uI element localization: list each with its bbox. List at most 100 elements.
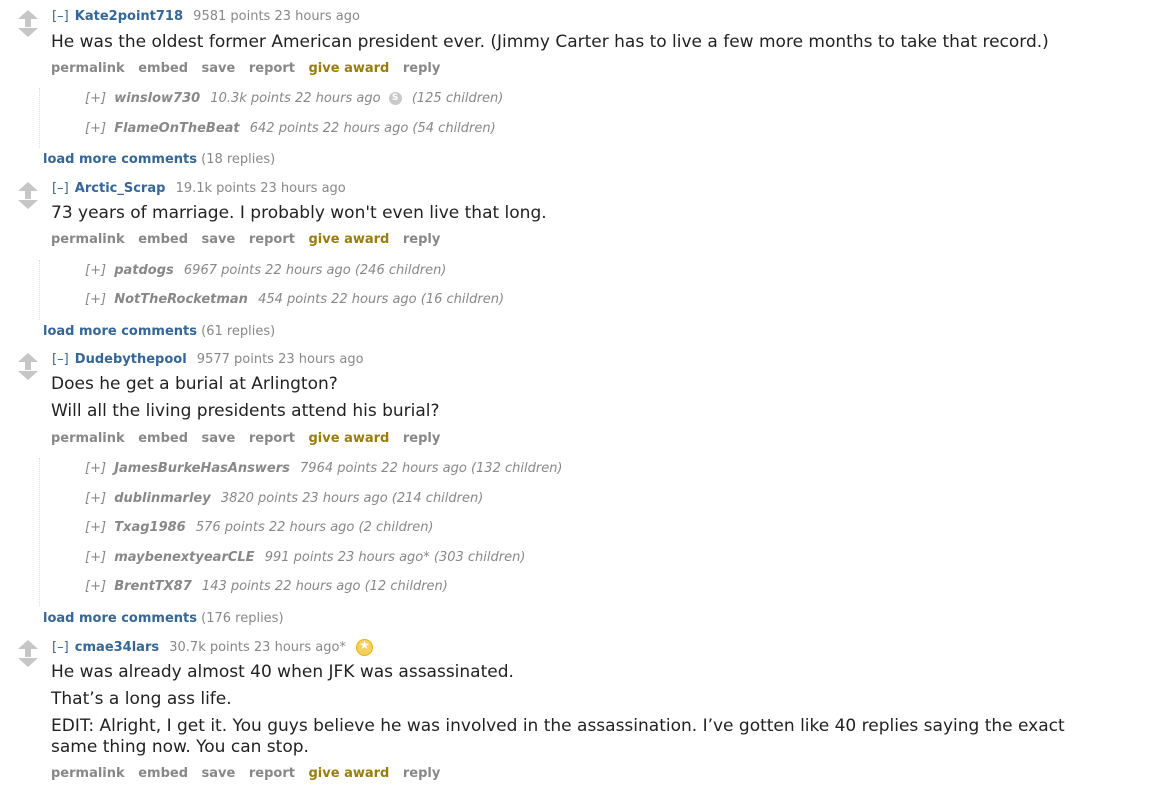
child-author-link[interactable]: maybenextyearCLE (114, 550, 254, 565)
save-button[interactable]: save (202, 61, 236, 76)
child-meta: 10.3k points 22 hours ago (210, 91, 381, 106)
child-author-link[interactable]: patdogs (114, 263, 174, 278)
collapsed-child-comment: [+] BrentTX87 143 points 22 hours ago (1… (85, 579, 448, 594)
upvote-icon[interactable] (18, 640, 38, 654)
give-award-button[interactable]: give award (309, 232, 390, 247)
give-award-button[interactable]: give award (309, 766, 390, 781)
comment-buttons: permalink embed save report give award r… (51, 766, 449, 781)
downvote-icon[interactable] (18, 364, 38, 380)
reply-button[interactable]: reply (403, 61, 440, 76)
author-link[interactable]: Dudebythepool (75, 352, 187, 367)
child-meta: 454 points 22 hours ago (16 children) (258, 292, 505, 307)
child-author-link[interactable]: Txag1986 (114, 520, 186, 535)
save-button[interactable]: save (202, 232, 236, 247)
vote-arrows (17, 10, 39, 37)
upvote-icon[interactable] (18, 182, 38, 196)
report-button[interactable]: report (249, 232, 295, 247)
author-link[interactable]: cmae34lars (75, 640, 159, 655)
report-button[interactable]: report (249, 431, 295, 446)
vote-arrows (17, 353, 39, 380)
expand-toggle[interactable]: [+] (85, 491, 106, 506)
embed-button[interactable]: embed (138, 431, 188, 446)
save-button[interactable]: save (202, 766, 236, 781)
collapsed-child-comment: [+] winslow730 10.3k points 22 hours ago… (85, 91, 503, 106)
collapsed-child-comment: [+] Txag1986 576 points 22 hours ago (2 … (85, 520, 434, 535)
child-meta: 991 points 23 hours ago* (303 children) (264, 550, 526, 565)
author-link[interactable]: Arctic_Scrap (75, 181, 166, 196)
expand-toggle[interactable]: [+] (85, 292, 106, 307)
load-more-comments-link[interactable]: load more comments (43, 611, 197, 626)
child-author-link[interactable]: NotTheRocketman (114, 292, 248, 307)
child-author-link[interactable]: winslow730 (114, 91, 200, 106)
collapse-toggle[interactable]: [–] (52, 352, 69, 367)
comment-tagline: [–] Arctic_Scrap 19.1k points 23 hours a… (52, 181, 346, 196)
expand-toggle[interactable]: [+] (85, 121, 106, 136)
expand-toggle[interactable]: [+] (85, 461, 106, 476)
comment-buttons: permalink embed save report give award r… (51, 431, 449, 446)
comment-paragraph: That’s a long ass life. (51, 689, 232, 709)
permalink-button[interactable]: permalink (51, 766, 125, 781)
give-award-button[interactable]: give award (309, 61, 390, 76)
score-time: 30.7k points 23 hours ago* (169, 640, 346, 655)
author-link[interactable]: Kate2point718 (75, 9, 183, 24)
give-award-button[interactable]: give award (309, 431, 390, 446)
child-meta: 143 points 22 hours ago (12 children) (201, 579, 448, 594)
permalink-button[interactable]: permalink (51, 232, 125, 247)
child-author-link[interactable]: FlameOnTheBeat (114, 121, 239, 136)
expand-toggle[interactable]: [+] (85, 91, 106, 106)
comment-tagline: [–] Kate2point718 9581 points 23 hours a… (52, 9, 360, 24)
comment-buttons: permalink embed save report give award r… (51, 232, 449, 247)
collapsed-child-comment: [+] patdogs 6967 points 22 hours ago (24… (85, 263, 446, 278)
embed-button[interactable]: embed (138, 766, 188, 781)
report-button[interactable]: report (249, 766, 295, 781)
expand-toggle[interactable]: [+] (85, 263, 106, 278)
reply-button[interactable]: reply (403, 431, 440, 446)
collapsed-child-comment: [+] FlameOnTheBeat 642 points 22 hours a… (85, 121, 496, 136)
permalink-button[interactable]: permalink (51, 61, 125, 76)
replies-count: (176 replies) (201, 611, 284, 626)
expand-toggle[interactable]: [+] (85, 579, 106, 594)
report-button[interactable]: report (249, 61, 295, 76)
embed-button[interactable]: embed (138, 61, 188, 76)
collapsed-child-comment: [+] NotTheRocketman 454 points 22 hours … (85, 292, 504, 307)
collapsed-child-comment: [+] maybenextyearCLE 991 points 23 hours… (85, 550, 525, 565)
vote-arrows (17, 640, 39, 667)
expand-toggle[interactable]: [+] (85, 550, 106, 565)
replies-count: (18 replies) (201, 152, 276, 167)
comment-body: 73 years of marriage. I probably won't e… (51, 203, 1111, 230)
child-author-link[interactable]: JamesBurkeHasAnswers (114, 461, 290, 476)
comment-paragraph: 73 years of marriage. I probably won't e… (51, 203, 547, 223)
child-author-link[interactable]: dublinmarley (114, 491, 211, 506)
score-time: 19.1k points 23 hours ago (175, 181, 346, 196)
collapse-toggle[interactable]: [–] (52, 181, 69, 196)
downvote-icon[interactable] (18, 193, 38, 209)
child-author-link[interactable]: BrentTX87 (114, 579, 192, 594)
downvote-icon[interactable] (18, 651, 38, 667)
comment-paragraph: EDIT: Alright, I get it. You guys believ… (51, 716, 1065, 757)
reply-button[interactable]: reply (403, 232, 440, 247)
child-comments: [+] winslow730 10.3k points 22 hours ago… (39, 88, 503, 148)
comment-paragraph: Does he get a burial at Arlington? (51, 374, 338, 394)
replies-count: (61 replies) (201, 324, 276, 339)
load-more-comments-link[interactable]: load more comments (43, 324, 197, 339)
collapse-toggle[interactable]: [–] (52, 9, 69, 24)
permalink-button[interactable]: permalink (51, 431, 125, 446)
child-meta: 3820 points 23 hours ago (214 children) (220, 491, 484, 506)
save-button[interactable]: save (202, 431, 236, 446)
child-count: (125 children) (411, 91, 504, 106)
reply-button[interactable]: reply (403, 766, 440, 781)
expand-toggle[interactable]: [+] (85, 520, 106, 535)
comment-paragraph: Will all the living presidents attend hi… (51, 401, 440, 421)
gold-award-icon (356, 638, 374, 656)
downvote-icon[interactable] (18, 21, 38, 37)
comment-body: He was the oldest former American presid… (51, 32, 1111, 59)
collapse-toggle[interactable]: [–] (52, 640, 69, 655)
load-more: load more comments (18 replies) (43, 152, 275, 167)
comment-buttons: permalink embed save report give award r… (51, 61, 449, 76)
upvote-icon[interactable] (18, 10, 38, 24)
collapsed-child-comment: [+] JamesBurkeHasAnswers 7964 points 22 … (85, 461, 563, 476)
upvote-icon[interactable] (18, 353, 38, 367)
load-more-comments-link[interactable]: load more comments (43, 152, 197, 167)
embed-button[interactable]: embed (138, 232, 188, 247)
comment-body: Does he get a burial at Arlington? Will … (51, 374, 1111, 428)
